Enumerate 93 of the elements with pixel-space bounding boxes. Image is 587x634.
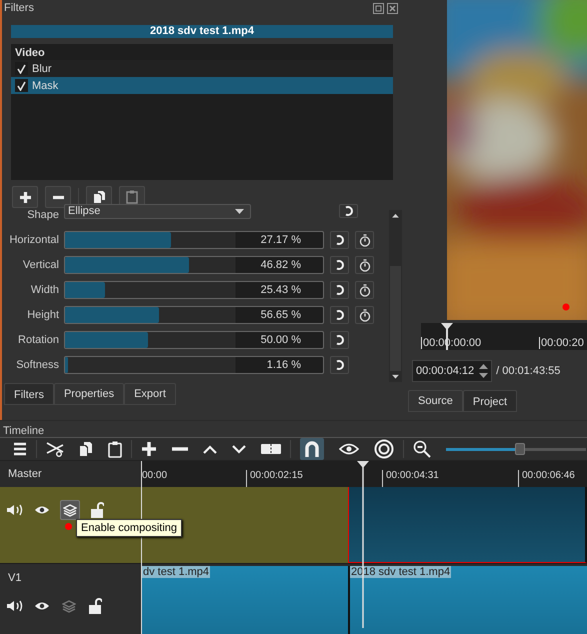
param-label: Width	[30, 284, 60, 296]
panel-title: Timeline	[2, 424, 46, 437]
tab[interactable]: Filters	[4, 383, 54, 405]
target-icon[interactable]	[374, 439, 394, 459]
track-name: V1	[8, 572, 22, 584]
paste-icon[interactable]	[108, 440, 122, 458]
caret-down-icon	[235, 208, 244, 214]
stopwatch-button[interactable]	[355, 256, 374, 274]
param-label: Vertical	[22, 259, 60, 271]
slider[interactable]: 1.16 %	[64, 356, 324, 374]
panel-title: Filters	[4, 2, 34, 14]
stopwatch-button[interactable]	[355, 231, 374, 249]
caret-up-icon[interactable]	[203, 444, 217, 454]
reset-icon	[334, 309, 346, 321]
speaker-icon[interactable]	[6, 504, 24, 516]
layers-button[interactable]	[60, 500, 80, 520]
reset-icon	[334, 359, 346, 371]
reset-button[interactable]	[330, 231, 349, 249]
reset-icon	[342, 205, 354, 217]
zoom-slider[interactable]	[446, 443, 586, 455]
remove-button[interactable]	[45, 186, 71, 208]
tooltip: Enable compositing	[76, 519, 182, 537]
reset-button[interactable]	[330, 331, 349, 349]
unlock-icon[interactable]	[90, 502, 104, 518]
add-icon[interactable]	[141, 441, 157, 457]
scissors-icon[interactable]	[46, 441, 64, 457]
stopwatch-button[interactable]	[355, 306, 374, 324]
eye-icon[interactable]	[34, 505, 50, 515]
tab[interactable]: Project	[462, 390, 518, 412]
reset-button[interactable]	[339, 204, 358, 218]
clip-title: 2018 sdv test 1.mp4	[11, 25, 393, 38]
slider[interactable]: 50.00 %	[64, 331, 324, 349]
reset-button[interactable]	[330, 281, 349, 299]
tab[interactable]: Source	[408, 390, 463, 412]
reset-button[interactable]	[330, 256, 349, 274]
stopwatch-button[interactable]	[355, 281, 374, 299]
reset-icon	[334, 234, 346, 246]
copy-icon	[92, 190, 106, 204]
slider[interactable]: 27.17 %	[64, 231, 324, 249]
add-button[interactable]	[12, 186, 38, 208]
timecode-field[interactable]: 00:00:04:12	[412, 360, 492, 382]
param-label: Shape	[26, 209, 60, 221]
speaker-icon[interactable]	[6, 600, 24, 612]
track-header[interactable]: V1	[0, 564, 141, 634]
tab[interactable]: Properties	[54, 383, 124, 405]
float-icon[interactable]	[373, 2, 384, 14]
copy-icon[interactable]	[79, 441, 93, 457]
caret-down-icon[interactable]	[232, 444, 246, 454]
param-label: Height	[26, 309, 60, 321]
snap-button[interactable]	[300, 438, 324, 460]
time-ruler[interactable]: 00:00 00:00:02:15 00:00:04:31 00:00:06:46	[142, 461, 587, 487]
plus-icon	[18, 190, 32, 204]
clip[interactable]: 2018 sdv test 1.mp4	[350, 566, 587, 634]
menu-icon[interactable]	[13, 442, 27, 456]
eye-icon[interactable]	[339, 443, 359, 455]
reset-icon	[334, 259, 346, 271]
clipboard-icon	[126, 190, 138, 204]
stopwatch-icon	[358, 284, 370, 296]
slider[interactable]: 56.65 %	[64, 306, 324, 324]
checkbox[interactable]	[15, 79, 28, 92]
magnet-icon	[305, 441, 319, 457]
param-label: Rotation	[17, 334, 60, 346]
layers-icon	[63, 504, 77, 516]
tab[interactable]: Export	[124, 383, 176, 405]
reset-button[interactable]	[330, 306, 349, 324]
checkbox[interactable]	[15, 62, 28, 75]
reset-icon	[334, 334, 346, 346]
duration-label: / 00:01:43:55	[496, 365, 560, 377]
filter-item[interactable]: Blur	[11, 60, 393, 77]
close-icon[interactable]	[387, 2, 398, 14]
reset-button[interactable]	[330, 356, 349, 374]
slider[interactable]: 25.43 %	[64, 281, 324, 299]
shape-dropdown[interactable]: Ellipse	[64, 204, 251, 218]
filter-item[interactable]: Mask	[11, 77, 393, 94]
scrollbar[interactable]	[389, 210, 402, 382]
stopwatch-icon	[358, 308, 370, 322]
master-label: Master	[8, 468, 42, 480]
clip[interactable]: dv test 1.mp4	[142, 566, 350, 634]
split-icon[interactable]	[261, 444, 281, 454]
list-group-label: Video	[14, 46, 46, 60]
reset-icon	[334, 284, 346, 296]
param-label: Horizontal	[8, 234, 60, 246]
remove-icon[interactable]	[172, 447, 188, 451]
stopwatch-icon	[358, 258, 370, 272]
unlock-icon[interactable]	[88, 598, 102, 614]
stopwatch-icon	[358, 234, 370, 246]
spinner-icon[interactable]	[478, 362, 490, 380]
eye-icon[interactable]	[34, 601, 50, 611]
zoom-out-icon[interactable]	[413, 440, 431, 458]
clip[interactable]	[348, 487, 587, 563]
slider[interactable]: 46.82 %	[64, 256, 324, 274]
layers-icon	[62, 600, 76, 612]
param-label: Softness	[15, 359, 60, 371]
